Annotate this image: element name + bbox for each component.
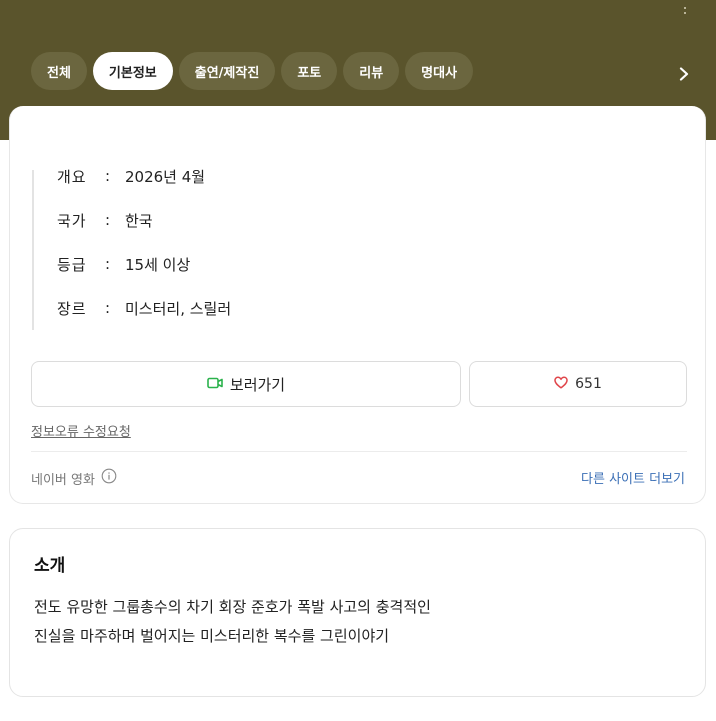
info-value: 15세 이상 <box>125 255 191 274</box>
info-separator: : <box>105 211 111 229</box>
info-row-country: 국가 : 한국 <box>57 198 432 242</box>
tab-photo[interactable]: 포토 <box>281 52 338 90</box>
intro-line: 전도 유망한 그룹총수의 차기 회장 준호가 폭발 사고의 충격적인 <box>34 598 431 616</box>
report-error-link[interactable]: 정보오류 수정요청 <box>31 421 131 440</box>
info-value: 미스터리, 스릴러 <box>125 299 232 318</box>
tab-fade-overlay <box>470 52 530 90</box>
tab-cast-crew[interactable]: 출연/제작진 <box>178 52 276 90</box>
info-row-genre: 장르 : 미스터리, 스릴러 <box>57 286 432 330</box>
tab-review[interactable]: 리뷰 <box>343 52 400 90</box>
info-separator: : <box>105 255 111 273</box>
tab-all[interactable]: 전체 <box>31 52 87 90</box>
source-info: 네이버 영화 <box>31 468 117 488</box>
heart-icon <box>554 376 568 393</box>
intro-line: 진실을 마주하며 벌어지는 미스터리한 복수를 그린이야기 <box>34 627 390 645</box>
intro-text: 전도 유망한 그룹총수의 차기 회장 준호가 폭발 사고의 충격적인 진실을 마… <box>34 593 674 651</box>
like-count: 651 <box>575 376 602 392</box>
watch-button-label: 보러가기 <box>229 375 286 394</box>
info-value: 한국 <box>125 211 153 230</box>
info-key: 국가 <box>57 211 87 230</box>
intro-card: 소개 전도 유망한 그룹총수의 차기 회장 준호가 폭발 사고의 충격적인 진실… <box>9 528 706 697</box>
info-key: 장르 <box>57 299 87 318</box>
like-button[interactable]: 651 <box>469 361 687 407</box>
tab-basic-info[interactable]: 기본정보 <box>92 52 173 90</box>
intro-title: 소개 <box>34 556 66 576</box>
video-camera-icon <box>207 375 223 393</box>
info-value: 2026년 4월 <box>125 167 206 186</box>
divider <box>31 451 687 452</box>
basic-info-card: 개요 : 2026년 4월 국가 : 한국 등급 : 15세 이상 장르 : 미… <box>9 106 706 504</box>
tab-bar: 전체 기본정보 출연/제작진 포토 리뷰 명대사 <box>31 52 474 90</box>
movie-info-page: 전체 기본정보 출연/제작진 포토 리뷰 명대사 개요 : 2026년 4월 국… <box>0 0 716 721</box>
chevron-right-icon[interactable] <box>672 62 696 86</box>
info-row-rating: 등급 : 15세 이상 <box>57 242 432 286</box>
info-list: 개요 : 2026년 4월 국가 : 한국 등급 : 15세 이상 장르 : 미… <box>32 167 432 330</box>
info-key: 등급 <box>57 255 87 274</box>
info-circle-icon[interactable] <box>101 468 117 488</box>
info-separator: : <box>105 167 111 185</box>
info-row-overview: 개요 : 2026년 4월 <box>57 154 432 198</box>
source-label: 네이버 영화 <box>31 472 95 488</box>
watch-button[interactable]: 보러가기 <box>31 361 461 407</box>
more-options-icon[interactable] <box>679 0 691 14</box>
info-separator: : <box>105 299 111 317</box>
info-key: 개요 <box>57 167 87 186</box>
tab-quotes[interactable]: 명대사 <box>405 52 474 90</box>
more-sites-link[interactable]: 다른 사이트 더보기 <box>581 468 685 487</box>
